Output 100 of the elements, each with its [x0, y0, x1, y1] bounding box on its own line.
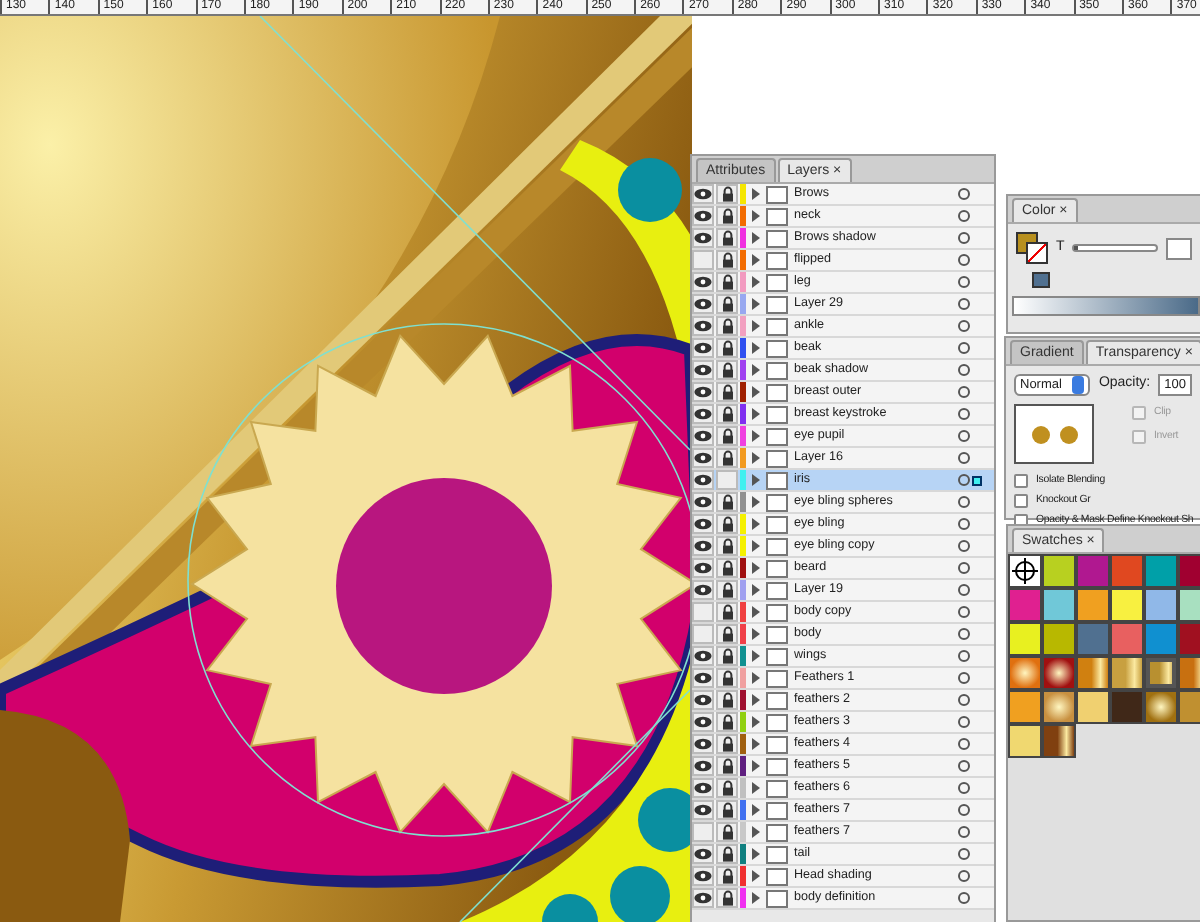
color-swatch[interactable] [1076, 622, 1110, 656]
visibility-toggle[interactable] [692, 888, 714, 908]
visibility-toggle[interactable] [692, 316, 714, 336]
visibility-toggle[interactable] [692, 844, 714, 864]
color-swatch[interactable] [1110, 656, 1144, 690]
color-swatch[interactable] [1042, 588, 1076, 622]
color-swatch[interactable] [1144, 656, 1178, 690]
lock-toggle[interactable] [716, 316, 738, 336]
target-circle-icon[interactable] [958, 584, 970, 596]
target-circle-icon[interactable] [958, 672, 970, 684]
lock-toggle[interactable] [716, 294, 738, 314]
color-swatch[interactable] [1076, 588, 1110, 622]
visibility-toggle[interactable] [692, 756, 714, 776]
lock-toggle[interactable] [716, 360, 738, 380]
visibility-toggle[interactable] [692, 734, 714, 754]
lock-toggle[interactable] [716, 778, 738, 798]
color-swatch[interactable] [1110, 588, 1144, 622]
color-swatch[interactable] [1110, 622, 1144, 656]
visibility-toggle[interactable] [692, 624, 714, 644]
lock-toggle[interactable] [716, 888, 738, 908]
visibility-toggle[interactable] [692, 536, 714, 556]
visibility-toggle[interactable] [692, 668, 714, 688]
color-swatch[interactable] [1008, 588, 1042, 622]
last-color-swatch[interactable] [1032, 272, 1050, 288]
target-circle-icon[interactable] [958, 694, 970, 706]
lock-toggle[interactable] [716, 844, 738, 864]
lock-toggle[interactable] [716, 448, 738, 468]
target-circle-icon[interactable] [958, 408, 970, 420]
visibility-toggle[interactable] [692, 580, 714, 600]
target-circle-icon[interactable] [958, 606, 970, 618]
visibility-toggle[interactable] [692, 558, 714, 578]
lock-toggle[interactable] [716, 514, 738, 534]
lock-toggle[interactable] [716, 690, 738, 710]
target-circle-icon[interactable] [958, 386, 970, 398]
lock-toggle[interactable] [716, 206, 738, 226]
target-circle-icon[interactable] [958, 540, 970, 552]
lock-toggle[interactable] [716, 470, 738, 490]
checkbox[interactable] [1014, 493, 1028, 507]
target-circle-icon[interactable] [958, 452, 970, 464]
target-circle-icon[interactable] [958, 804, 970, 816]
lock-toggle[interactable] [716, 734, 738, 754]
visibility-toggle[interactable] [692, 228, 714, 248]
lock-toggle[interactable] [716, 338, 738, 358]
target-circle-icon[interactable] [958, 826, 970, 838]
color-swatch[interactable] [1042, 656, 1076, 690]
lock-toggle[interactable] [716, 184, 738, 204]
color-swatch[interactable] [1076, 690, 1110, 724]
lock-toggle[interactable] [716, 866, 738, 886]
color-swatch[interactable] [1042, 554, 1076, 588]
target-circle-icon[interactable] [958, 496, 970, 508]
target-circle-icon[interactable] [958, 562, 970, 574]
visibility-toggle[interactable] [692, 690, 714, 710]
color-swatch[interactable] [1042, 690, 1076, 724]
target-circle-icon[interactable] [958, 870, 970, 882]
target-circle-icon[interactable] [958, 342, 970, 354]
visibility-toggle[interactable] [692, 426, 714, 446]
lock-toggle[interactable] [716, 536, 738, 556]
visibility-toggle[interactable] [692, 470, 714, 490]
visibility-toggle[interactable] [692, 360, 714, 380]
lock-toggle[interactable] [716, 558, 738, 578]
visibility-toggle[interactable] [692, 382, 714, 402]
visibility-toggle[interactable] [692, 800, 714, 820]
color-swatch[interactable] [1008, 724, 1042, 758]
target-circle-icon[interactable] [958, 716, 970, 728]
color-swatch[interactable] [1110, 690, 1144, 724]
lock-toggle[interactable] [716, 250, 738, 270]
color-swatch[interactable] [1008, 554, 1042, 588]
lock-toggle[interactable] [716, 382, 738, 402]
visibility-toggle[interactable] [692, 822, 714, 842]
target-circle-icon[interactable] [958, 320, 970, 332]
color-swatch[interactable] [1076, 554, 1110, 588]
color-swatch[interactable] [1042, 622, 1076, 656]
color-swatch[interactable] [1144, 588, 1178, 622]
lock-toggle[interactable] [716, 756, 738, 776]
visibility-toggle[interactable] [692, 448, 714, 468]
visibility-toggle[interactable] [692, 712, 714, 732]
color-swatch[interactable] [1076, 656, 1110, 690]
lock-toggle[interactable] [716, 668, 738, 688]
visibility-toggle[interactable] [692, 206, 714, 226]
target-circle-icon[interactable] [958, 232, 970, 244]
visibility-toggle[interactable] [692, 184, 714, 204]
target-circle-icon[interactable] [958, 518, 970, 530]
color-spectrum-bar[interactable] [1012, 296, 1200, 316]
lock-toggle[interactable] [716, 228, 738, 248]
lock-toggle[interactable] [716, 492, 738, 512]
target-circle-icon[interactable] [958, 188, 970, 200]
visibility-toggle[interactable] [692, 338, 714, 358]
target-circle-icon[interactable] [958, 364, 970, 376]
target-circle-icon[interactable] [958, 738, 970, 750]
visibility-toggle[interactable] [692, 294, 714, 314]
color-swatch[interactable] [1144, 690, 1178, 724]
lock-toggle[interactable] [716, 404, 738, 424]
target-circle-icon[interactable] [958, 430, 970, 442]
lock-toggle[interactable] [716, 646, 738, 666]
visibility-toggle[interactable] [692, 602, 714, 622]
target-circle-icon[interactable] [958, 782, 970, 794]
target-circle-icon[interactable] [958, 892, 970, 904]
lock-toggle[interactable] [716, 580, 738, 600]
visibility-toggle[interactable] [692, 646, 714, 666]
target-circle-icon[interactable] [958, 210, 970, 222]
